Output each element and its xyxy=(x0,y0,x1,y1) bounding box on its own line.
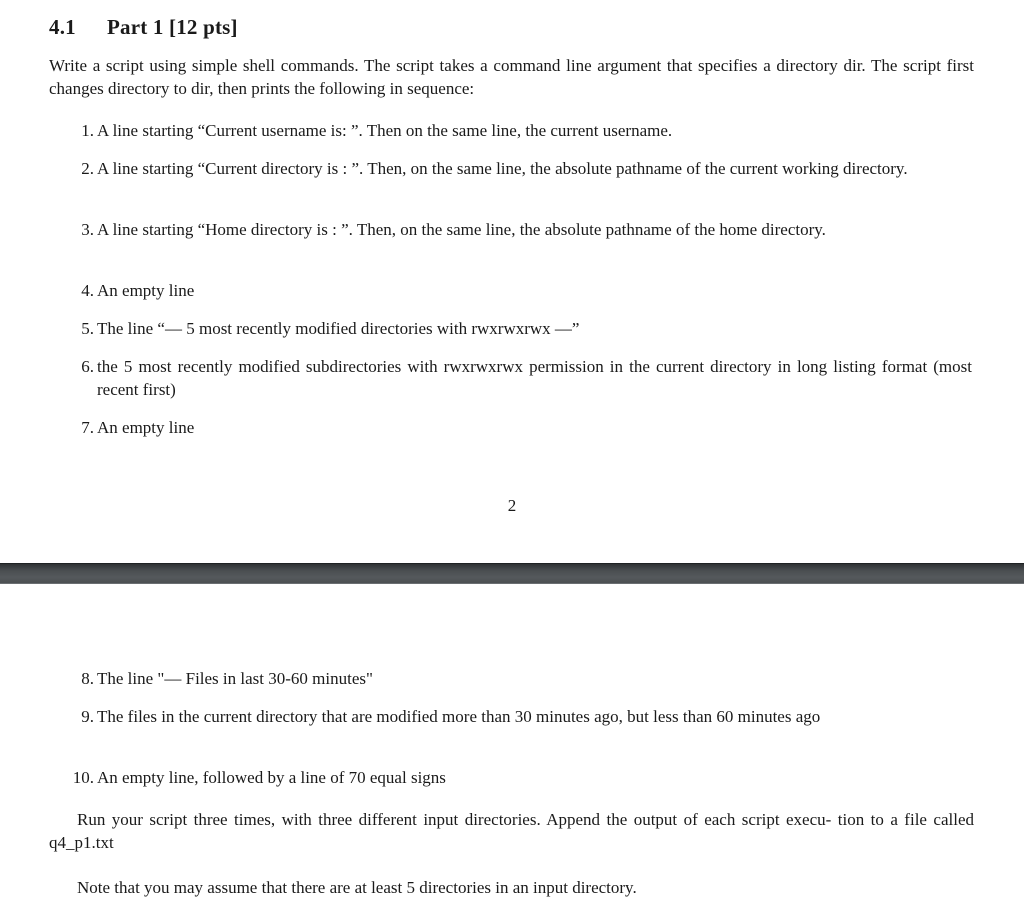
list-item: 4. An empty line xyxy=(72,279,972,302)
list-item-text: The files in the current directory that … xyxy=(97,707,821,726)
run-paragraph: Run your script three times, with three … xyxy=(49,810,974,852)
list-item: 6. the 5 most recently modified subdirec… xyxy=(72,355,972,401)
section-title: Part 1 [12 pts] xyxy=(107,15,238,39)
list-item-text: An empty line xyxy=(97,418,195,437)
list-item-text: A line starting “Current directory is : … xyxy=(97,159,908,178)
section-number: 4.1 xyxy=(49,15,76,39)
list-item-number: 9. xyxy=(81,707,94,726)
intro-paragraph: Write a script using simple shell comman… xyxy=(49,56,974,98)
list-item: 3. A line starting “Home directory is : … xyxy=(72,218,972,241)
list-item: 5. The line “— 5 most recently modified … xyxy=(72,317,972,340)
list-item: 9. The files in the current directory th… xyxy=(72,705,972,728)
list-item-number: 10. xyxy=(72,768,94,787)
list-item: 10. An empty line, followed by a line of… xyxy=(72,766,972,789)
list-item-number: 6. xyxy=(81,357,94,376)
list-item-number: 4. xyxy=(81,281,94,300)
page-separator xyxy=(0,563,1024,584)
list-item-number: 7. xyxy=(81,418,94,437)
list-item-text: An empty line, followed by a line of 70 … xyxy=(97,768,446,787)
page-number: 2 xyxy=(507,496,517,515)
list-item-number: 2. xyxy=(81,159,94,178)
list-item-text: The line "— Files in last 30-60 minutes" xyxy=(97,669,373,688)
list-item-text: The line “— 5 most recently modified dir… xyxy=(97,319,580,338)
list-item-number: 3. xyxy=(81,220,94,239)
list-item-text: An empty line xyxy=(97,281,195,300)
list-item-text: the 5 most recently modified subdirector… xyxy=(97,357,972,399)
list-item-number: 5. xyxy=(81,319,94,338)
list-item: 1. A line starting “Current username is:… xyxy=(72,119,972,142)
note-paragraph: Note that you may assume that there are … xyxy=(77,878,637,897)
document-page-2 xyxy=(0,584,1024,903)
list-item-number: 1. xyxy=(81,121,94,140)
list-item-text: A line starting “Current username is: ”.… xyxy=(97,121,673,140)
list-item-text: A line starting “Home directory is : ”. … xyxy=(97,220,826,239)
list-item: 2. A line starting “Current directory is… xyxy=(72,157,972,180)
section-heading: 4.1 Part 1 [12 pts] xyxy=(49,15,238,40)
list-item: 8. The line "— Files in last 30-60 minut… xyxy=(72,667,972,690)
list-item-number: 8. xyxy=(81,669,94,688)
list-item: 7. An empty line xyxy=(72,416,972,439)
